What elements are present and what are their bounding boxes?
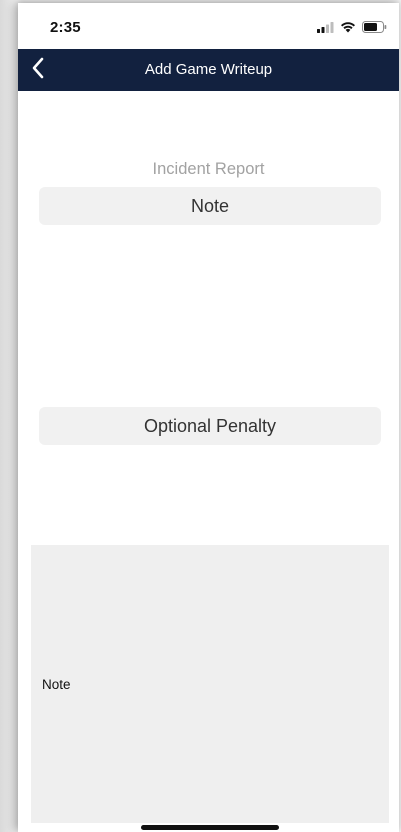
status-icons: [317, 20, 387, 38]
navigation-bar: Add Game Writeup: [18, 49, 399, 91]
battery-icon: [362, 20, 387, 38]
status-bar: 2:35: [18, 3, 399, 49]
home-indicator[interactable]: [141, 825, 279, 830]
cellular-signal-icon: [317, 20, 334, 38]
wifi-icon: [340, 20, 356, 38]
phone-screen: 2:35 Add Game Writeup Incident Report No…: [18, 3, 399, 832]
optional-penalty-label: Optional Penalty: [143, 415, 277, 436]
note-button[interactable]: Note: [39, 187, 381, 225]
incident-report-label: Incident Report: [152, 160, 265, 178]
status-time: 2:35: [50, 19, 81, 36]
page-title: Add Game Writeup: [144, 61, 273, 78]
form-content: Incident Report Note Optional Penalty No…: [18, 91, 399, 832]
optional-penalty-button[interactable]: Optional Penalty: [39, 407, 381, 445]
note-area-label: Note: [42, 677, 71, 692]
note-button-label: Note: [190, 195, 230, 216]
note-text-area[interactable]: Note: [31, 545, 389, 823]
